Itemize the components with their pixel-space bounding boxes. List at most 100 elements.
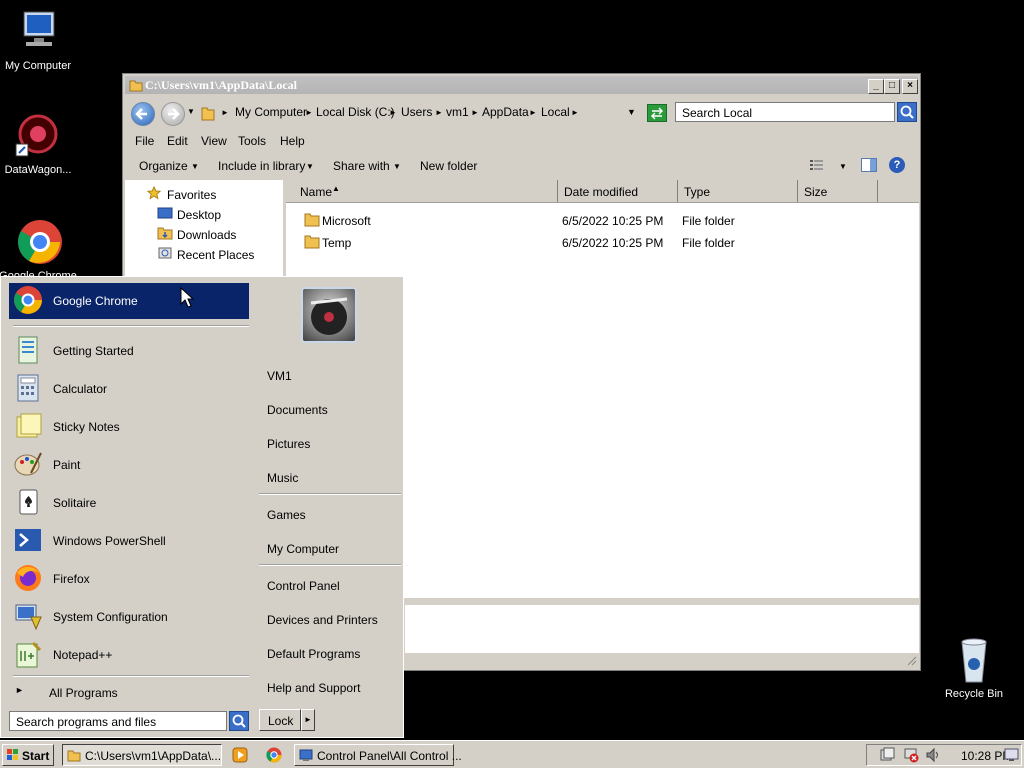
control-panel-icon [299,749,313,761]
turntable-picture-icon [310,297,348,335]
start-search-input[interactable]: Search programs and files [9,711,227,731]
breadcrumb-item[interactable]: My Computer [235,105,307,119]
close-button[interactable]: × [902,79,918,94]
start-item-getting-started[interactable]: Getting Started [9,333,249,369]
menu-file[interactable]: File [135,134,154,148]
lock-button[interactable]: Lock [259,709,301,731]
nav-item-downloads[interactable]: Downloads [177,228,236,242]
start-link-pictures[interactable]: Pictures [267,437,310,451]
quicklaunch-chrome[interactable] [266,747,282,763]
desktop-icon-datawagon[interactable]: DataWagon... [0,112,78,176]
notepad-plus-plus-icon [13,639,43,669]
preview-pane-button[interactable] [861,158,877,172]
start-item-label: Firefox [53,572,90,586]
forward-button[interactable] [161,102,185,126]
quicklaunch-media-player[interactable] [232,747,248,763]
address-bar[interactable]: ► My Computer ► Local Disk (C:) ► Users … [197,102,637,124]
table-row[interactable]: Microsoft 6/5/2022 10:25 PM File folder [286,210,919,232]
start-item-label: Google Chrome [53,294,138,308]
start-item-notepad-plus-plus[interactable]: Notepad++ [9,637,249,673]
help-icon[interactable]: ? [889,157,905,173]
details-pane [405,602,919,653]
column-header-type[interactable]: Type [678,180,798,202]
column-label: Type [684,185,711,199]
maximize-button[interactable]: □ [884,79,900,94]
table-row[interactable]: Temp 6/5/2022 10:25 PM File folder [286,232,919,254]
chevron-right-icon: ► [305,108,313,117]
mouse-cursor-icon [180,287,194,308]
volume-icon[interactable] [925,747,941,763]
column-header-date[interactable]: Date modified [558,180,678,202]
start-item-label: Notepad++ [53,648,113,662]
search-placeholder: Search Local [682,106,753,120]
action-center-icon[interactable] [879,747,895,763]
window-title: C:\Users\vm1\AppData\Local [145,78,297,92]
search-input[interactable]: Search Local [675,102,895,122]
breadcrumb-item[interactable]: Local Disk (C:) [316,105,395,119]
search-button[interactable] [897,102,917,122]
breadcrumb-item[interactable]: vm1 [446,105,469,119]
new-folder-button[interactable]: New folder [420,159,477,173]
network-error-icon[interactable] [903,747,919,763]
refresh-button[interactable] [647,104,667,122]
nav-item-recent-places[interactable]: Recent Places [177,248,254,262]
share-with-button[interactable]: Share with [333,159,390,173]
start-link-music[interactable]: Music [267,471,298,485]
column-header-name[interactable]: Name ▲ [286,180,558,202]
menu-help[interactable]: Help [280,134,305,148]
address-dropdown-icon[interactable]: ▼ [627,107,636,117]
desktop-folder-icon [157,207,173,219]
start-item-calculator[interactable]: Calculator [9,371,249,407]
start-item-label: Calculator [53,382,108,396]
column-header-size[interactable]: Size [798,180,878,202]
breadcrumb-item[interactable]: AppData [482,105,529,119]
preview-pane-icon [870,159,876,171]
start-link-control-panel[interactable]: Control Panel [267,579,340,593]
start-button[interactable]: Start [2,744,54,766]
window-titlebar[interactable]: C:\Users\vm1\AppData\Local _ □ × [125,76,918,94]
include-in-library-button[interactable]: Include in library [218,159,305,173]
recycle-bin-icon [950,636,998,684]
menu-tools[interactable]: Tools [238,134,266,148]
start-item-paint[interactable]: Paint [9,447,249,483]
start-link-devices-and-printers[interactable]: Devices and Printers [267,613,378,627]
nav-favorites[interactable]: Favorites [167,188,216,202]
taskbar-button-control-panel[interactable]: Control Panel\All Control ... [294,744,462,766]
recent-pages-dropdown-icon[interactable]: ▼ [187,107,195,116]
show-desktop-icon[interactable] [1004,747,1020,763]
start-item-label: Paint [53,458,81,472]
desktop-icon-google-chrome[interactable]: Google Chrome [0,218,78,282]
taskbar-button-explorer[interactable]: C:\Users\vm1\AppData\... [62,744,222,766]
nav-item-desktop[interactable]: Desktop [177,208,221,222]
start-link-my-computer[interactable]: My Computer [267,542,339,556]
all-programs-button[interactable]: ► All Programs [9,681,249,703]
resize-grip-icon[interactable] [905,654,917,666]
view-dropdown-icon[interactable]: ▼ [839,162,847,171]
start-item-sticky-notes[interactable]: Sticky Notes [9,409,249,445]
start-link-help-and-support[interactable]: Help and Support [267,681,360,695]
start-link-documents[interactable]: Documents [267,403,328,417]
minimize-button[interactable]: _ [868,79,884,94]
menu-edit[interactable]: Edit [167,134,188,148]
start-item-firefox[interactable]: Firefox [9,561,249,597]
menu-view[interactable]: View [201,134,227,148]
breadcrumb-item[interactable]: Local [541,105,570,119]
start-link-user[interactable]: VM1 [267,369,292,383]
column-header-blank [878,180,919,202]
user-avatar[interactable] [301,287,357,343]
start-item-windows-powershell[interactable]: Windows PowerShell [9,523,249,559]
start-item-google-chrome[interactable]: Google Chrome [9,283,249,319]
file-date: 6/5/2022 10:25 PM [562,236,664,250]
start-link-default-programs[interactable]: Default Programs [267,647,360,661]
start-search-button[interactable] [229,711,249,731]
desktop-icon-recycle-bin[interactable]: Recycle Bin [934,636,1014,700]
breadcrumb-item[interactable]: Users [401,105,432,119]
shutdown-options-button[interactable]: ► [301,709,315,731]
start-item-system-configuration[interactable]: System Configuration [9,599,249,635]
view-options-button[interactable] [809,158,825,172]
organize-button[interactable]: Organize [139,159,188,173]
start-link-games[interactable]: Games [267,508,306,522]
desktop-icon-my-computer[interactable]: My Computer [0,8,78,72]
start-item-solitaire[interactable]: Solitaire [9,485,249,521]
back-button[interactable] [131,102,155,126]
